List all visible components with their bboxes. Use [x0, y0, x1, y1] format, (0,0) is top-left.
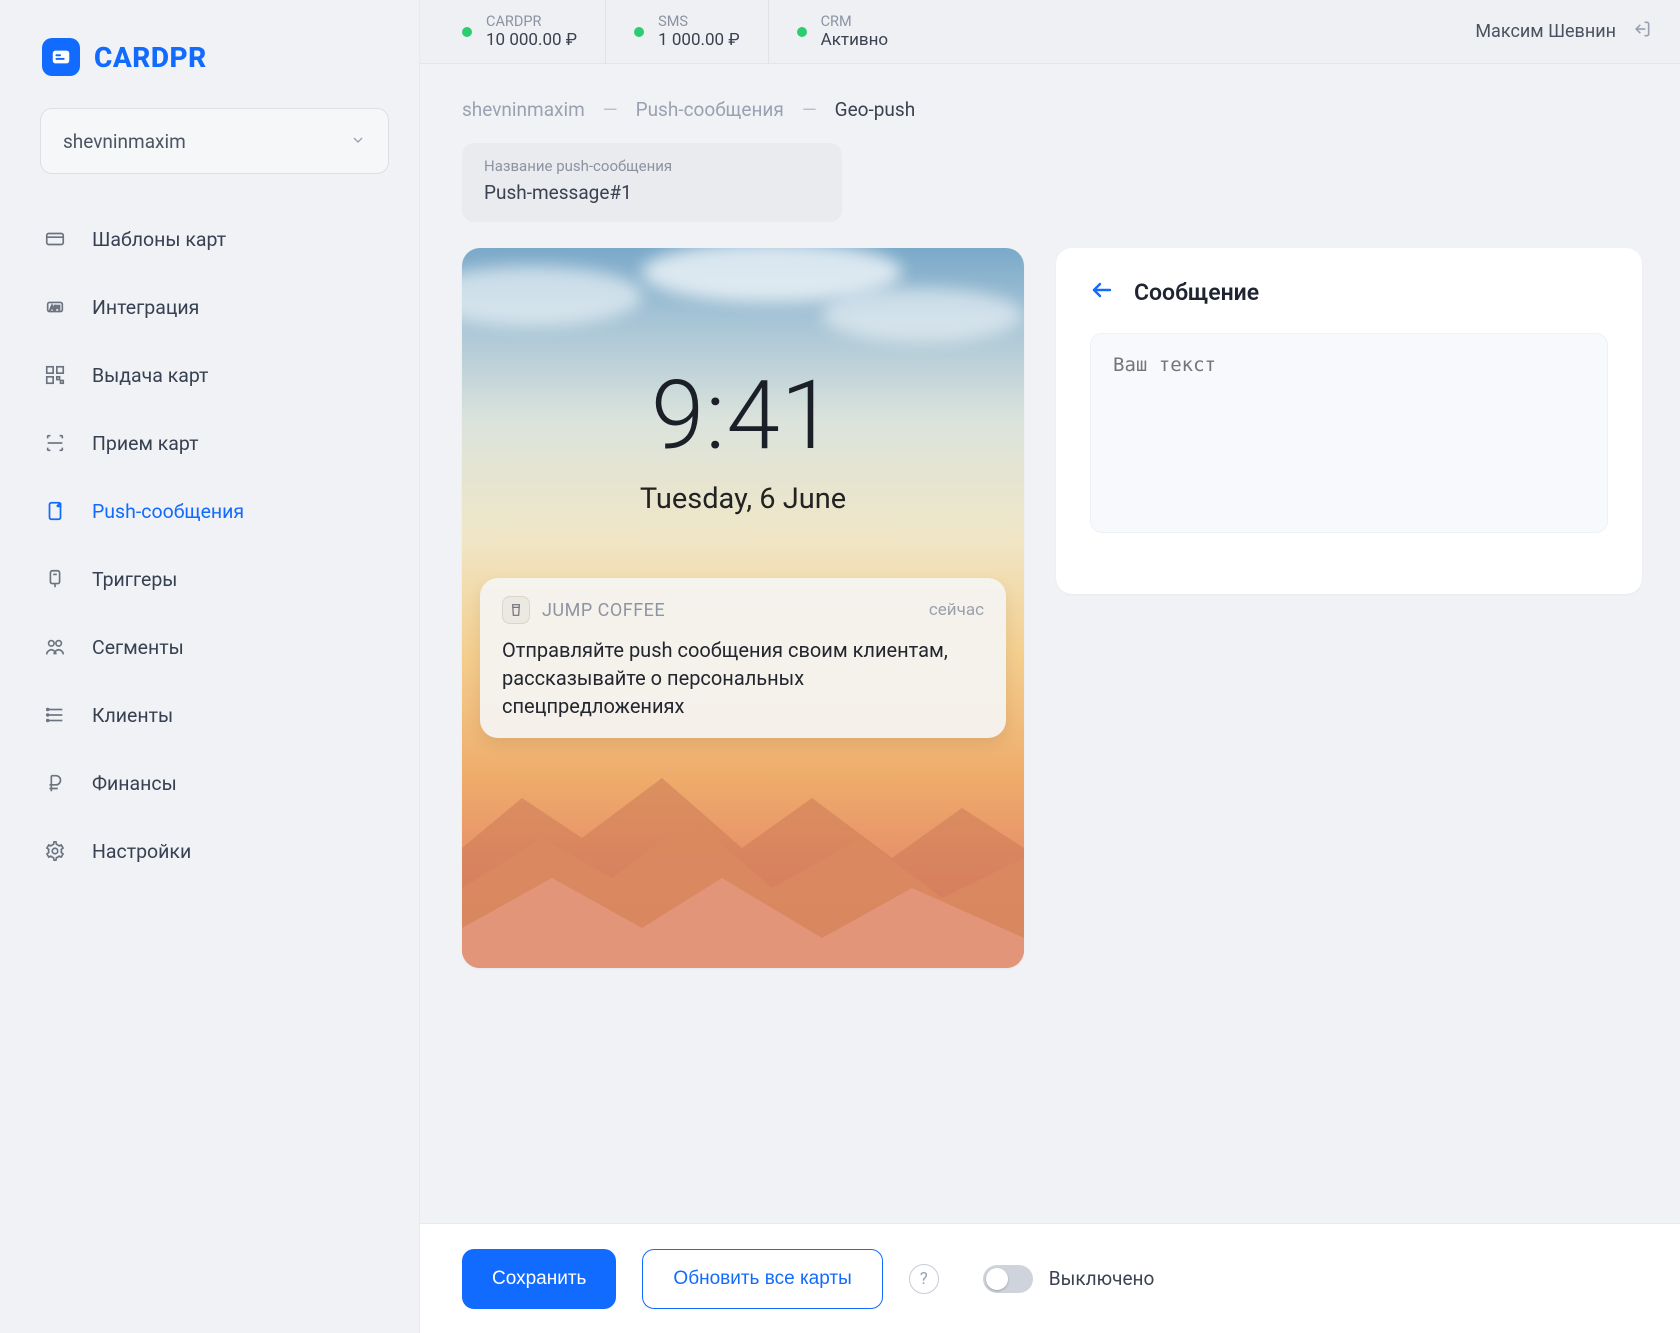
status-value: 10 000.00 ₽: [486, 30, 577, 50]
api-icon: API: [42, 294, 68, 320]
arrow-left-icon[interactable]: [1090, 278, 1114, 307]
message-textarea[interactable]: [1090, 333, 1608, 533]
lockscreen-time: 9:41 Tuesday, 6 June: [462, 368, 1024, 516]
sidebar-item-accept[interactable]: Прием карт: [40, 426, 389, 460]
date: Tuesday, 6 June: [462, 482, 1024, 516]
phone-preview: 9:41 Tuesday, 6 June JUMP COFFEE сейчас …: [462, 248, 1024, 968]
status-value: 1 000.00 ₽: [658, 30, 740, 50]
status-dot-icon: [797, 27, 807, 37]
push-icon: [42, 498, 68, 524]
sidebar-item-settings[interactable]: Настройки: [40, 834, 389, 868]
sidebar-item-label: Финансы: [92, 772, 177, 795]
push-name-value: Push-message#1: [484, 181, 820, 204]
sidebar-item-integration[interactable]: API Интеграция: [40, 290, 389, 324]
cards-icon: [42, 226, 68, 252]
sidebar-item-label: Настройки: [92, 840, 191, 863]
topbar: CARDPR 10 000.00 ₽ SMS 1 000.00 ₽ CRM Ак…: [420, 0, 1680, 64]
cloud-deco: [462, 266, 642, 326]
sidebar: CARDPR shevninmaxim Шаблоны карт API Инт…: [0, 0, 420, 1333]
breadcrumb: shevninmaxim — Push-сообщения — Geo-push: [462, 98, 1642, 121]
sidebar-item-clients[interactable]: Клиенты: [40, 698, 389, 732]
sidebar-item-label: Выдача карт: [92, 364, 208, 387]
sidebar-item-segments[interactable]: Сегменты: [40, 630, 389, 664]
user-name: Максим Шевнин: [1475, 21, 1616, 42]
crumb-current: Geo-push: [835, 98, 916, 121]
notification-card: JUMP COFFEE сейчас Отправляйте push сооб…: [480, 578, 1006, 738]
notification-time: сейчас: [929, 600, 984, 620]
qr-icon: [42, 362, 68, 388]
status-group: CARDPR 10 000.00 ₽ SMS 1 000.00 ₽ CRM Ак…: [462, 0, 916, 64]
brand-name: CARDPR: [94, 41, 207, 74]
sidebar-item-triggers[interactable]: Триггеры: [40, 562, 389, 596]
status-cardpr[interactable]: CARDPR 10 000.00 ₽: [462, 0, 606, 64]
sidebar-item-label: Шаблоны карт: [92, 228, 226, 251]
status-label: CRM: [821, 14, 889, 30]
settings-icon: [42, 838, 68, 864]
push-name-label: Название push-сообщения: [484, 157, 820, 175]
status-value: Активно: [821, 30, 889, 50]
crumb-sep: —: [603, 98, 618, 121]
brand-mark-icon: [50, 46, 72, 68]
finance-icon: [42, 770, 68, 796]
segments-icon: [42, 634, 68, 660]
panel-title: Сообщение: [1134, 279, 1259, 306]
save-button[interactable]: Сохранить: [462, 1249, 616, 1309]
status-label: SMS: [658, 14, 740, 30]
enable-toggle[interactable]: Выключено: [983, 1265, 1155, 1293]
account-select[interactable]: shevninmaxim: [40, 108, 389, 174]
status-sms[interactable]: SMS 1 000.00 ₽: [606, 0, 769, 64]
chevron-down-icon: [350, 130, 366, 153]
sidebar-item-finance[interactable]: Финансы: [40, 766, 389, 800]
sidebar-item-label: Прием карт: [92, 432, 198, 455]
footer-bar: Сохранить Обновить все карты ? Выключено: [420, 1223, 1680, 1333]
notification-app: JUMP COFFEE: [542, 600, 665, 621]
mountain-deco: [462, 728, 1024, 968]
status-dot-icon: [634, 27, 644, 37]
triggers-icon: [42, 566, 68, 592]
sidebar-nav: Шаблоны карт API Интеграция Выдача карт …: [40, 222, 389, 868]
user-area[interactable]: Максим Шевнин: [1475, 19, 1652, 44]
main: CARDPR 10 000.00 ₽ SMS 1 000.00 ₽ CRM Ак…: [420, 0, 1680, 1333]
sidebar-item-issue[interactable]: Выдача карт: [40, 358, 389, 392]
sidebar-item-push[interactable]: Push-сообщения: [40, 494, 389, 528]
crumb-sep: —: [802, 98, 817, 121]
logout-icon[interactable]: [1632, 19, 1652, 44]
crumb[interactable]: shevninmaxim: [462, 98, 585, 121]
svg-text:API: API: [50, 305, 61, 312]
account-selected: shevninmaxim: [63, 130, 186, 153]
sidebar-item-templates[interactable]: Шаблоны карт: [40, 222, 389, 256]
message-panel: Сообщение: [1056, 248, 1642, 594]
status-crm[interactable]: CRM Активно: [769, 0, 917, 64]
cup-icon: [502, 596, 530, 624]
sidebar-item-label: Триггеры: [92, 568, 177, 591]
scan-icon: [42, 430, 68, 456]
toggle-switch[interactable]: [983, 1265, 1033, 1293]
status-dot-icon: [462, 27, 472, 37]
help-icon[interactable]: ?: [909, 1264, 939, 1294]
cloud-deco: [822, 288, 1022, 342]
clock: 9:41: [462, 368, 1024, 464]
crumb[interactable]: Push-сообщения: [636, 98, 784, 121]
clients-icon: [42, 702, 68, 728]
sidebar-item-label: Сегменты: [92, 636, 184, 659]
brand-logo[interactable]: CARDPR: [42, 38, 389, 76]
content: shevninmaxim — Push-сообщения — Geo-push…: [420, 64, 1680, 1333]
brand-logo-badge: [42, 38, 80, 76]
notification-body: Отправляйте push сообщения своим клиента…: [502, 636, 984, 720]
status-label: CARDPR: [486, 14, 577, 30]
update-cards-button[interactable]: Обновить все карты: [642, 1249, 882, 1309]
sidebar-item-label: Интеграция: [92, 296, 199, 319]
push-name-card[interactable]: Название push-сообщения Push-message#1: [462, 143, 842, 222]
sidebar-item-label: Push-сообщения: [92, 500, 244, 523]
sidebar-item-label: Клиенты: [92, 704, 173, 727]
toggle-label: Выключено: [1049, 1267, 1155, 1290]
